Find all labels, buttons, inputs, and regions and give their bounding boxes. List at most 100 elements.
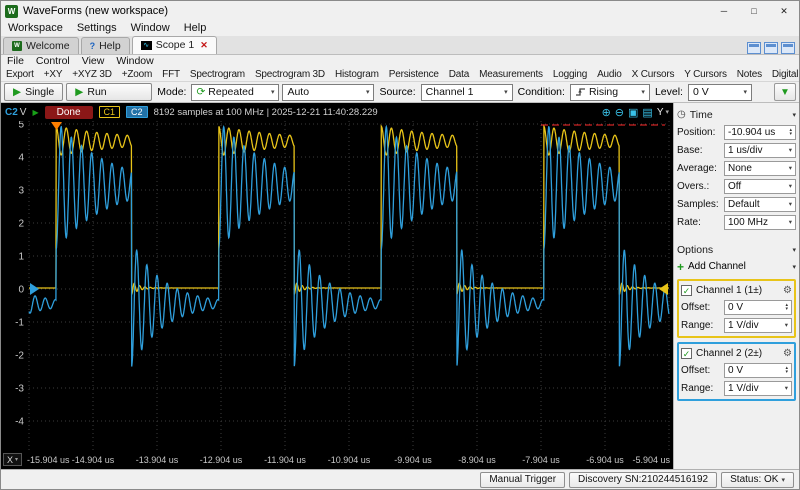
- scope-menu-file[interactable]: File: [1, 55, 30, 67]
- toolbar-xy-1[interactable]: +XY: [39, 69, 68, 80]
- condition-select[interactable]: Rising ▾: [569, 83, 650, 101]
- toolbar-x-cursors-13[interactable]: X Cursors: [627, 69, 680, 80]
- channel-1-chip[interactable]: C1: [98, 106, 121, 119]
- scope-menu-control[interactable]: Control: [30, 55, 76, 67]
- channel-2-box: ✓ Channel 2 (2±) ⚙ Offset: 0 V ▴ ▾ Range: 1 V/di…: [677, 342, 796, 402]
- close-button[interactable]: ✕: [769, 1, 799, 21]
- x-axis-selector-label: X: [7, 454, 14, 465]
- menu-window[interactable]: Window: [124, 22, 177, 34]
- channel-1-range-input[interactable]: 1 V/div ▾: [724, 317, 792, 333]
- toolbar-audio-12[interactable]: Audio: [592, 69, 627, 80]
- x-tick-label-2: -13.904 us: [135, 455, 179, 466]
- channel-2-offset-marker[interactable]: [30, 283, 39, 296]
- zoom-fit-icon[interactable]: ▣: [628, 106, 638, 119]
- source-select[interactable]: Channel 1 ▾: [420, 83, 513, 101]
- collapse-panel-button[interactable]: ▼: [774, 83, 796, 102]
- tab-welcome[interactable]: W Welcome: [3, 36, 79, 54]
- tab-help[interactable]: ? Help: [80, 36, 130, 54]
- single-button[interactable]: ▶ Single: [4, 83, 64, 102]
- level-input[interactable]: 0 V ▾: [687, 83, 752, 101]
- time-samples-input[interactable]: Default ▾: [724, 196, 796, 212]
- zoom-in-icon[interactable]: ⊕: [602, 106, 611, 119]
- toolbar-notes-15[interactable]: Notes: [732, 69, 767, 80]
- run-button[interactable]: ▶ Run: [66, 83, 153, 102]
- scope-graph[interactable]: 5 4 3 2 1 0 -1 -2 -3 -4: [1, 121, 673, 452]
- toolbar-spectrogram-5[interactable]: Spectrogram: [185, 69, 250, 80]
- mode-label: Mode:: [157, 86, 187, 99]
- time-section-title: Time: [689, 108, 713, 121]
- toolbar-histogram-7[interactable]: Histogram: [330, 69, 384, 80]
- title-bar[interactable]: W WaveForms (new workspace) ─ □ ✕: [1, 1, 799, 21]
- y-axis-selector[interactable]: Y ▾: [657, 107, 669, 118]
- manual-trigger-button[interactable]: Manual Trigger: [480, 471, 566, 488]
- time-position-input-spinner[interactable]: ▴ ▾: [789, 128, 792, 137]
- mdi-restore-icon[interactable]: [764, 41, 778, 54]
- chevron-down-icon: ▾: [270, 89, 275, 97]
- gear-icon[interactable]: ⚙: [783, 285, 792, 296]
- gear-icon[interactable]: ⚙: [783, 348, 792, 359]
- time-rate-label: Rate:: [677, 216, 701, 228]
- toolbar-digital-16[interactable]: Digital: [767, 69, 799, 80]
- trigger-mode-select[interactable]: Auto ▾: [282, 83, 375, 101]
- add-channel-button[interactable]: + Add Channel ▾: [677, 258, 796, 275]
- options-section-header[interactable]: Options ▾: [677, 241, 796, 258]
- time-overs-input[interactable]: Off ▾: [724, 178, 796, 194]
- channel-2-checkbox[interactable]: ✓: [681, 347, 692, 359]
- time-overs-label: Overs.:: [677, 180, 710, 192]
- time-position-input[interactable]: -10.904 us ▴ ▾: [724, 124, 796, 140]
- run-label: Run: [87, 86, 107, 99]
- channel-2-offset-input[interactable]: 0 V ▴ ▾: [724, 362, 792, 378]
- time-overs-input-value: Off: [728, 180, 742, 192]
- toolbar-y-cursors-14[interactable]: Y Cursors: [679, 69, 731, 80]
- time-overs-input-dropdown-icon: ▾: [788, 183, 792, 191]
- toolbar-spectrogram-3d-6[interactable]: Spectrogram 3D: [250, 69, 330, 80]
- scope-icon: ∿: [140, 40, 152, 50]
- scope-menu-view[interactable]: View: [76, 55, 111, 67]
- toolbar-xyz-3d-2[interactable]: +XYZ 3D: [67, 69, 116, 80]
- channel-2-offset-input-spinner[interactable]: ▴ ▾: [785, 366, 788, 375]
- mode-select[interactable]: ⟳ Repeated ▾: [191, 83, 280, 101]
- mdi-maximize-icon[interactable]: [781, 41, 795, 54]
- channel-1-checkbox[interactable]: ✓: [681, 284, 692, 296]
- time-average-input-dropdown-icon: ▾: [788, 165, 792, 173]
- x-axis-selector[interactable]: X ▾: [3, 453, 23, 467]
- time-rate-input[interactable]: 100 MHz ▾: [724, 214, 796, 230]
- time-samples-input-dropdown-icon: ▾: [788, 201, 792, 209]
- time-section-header[interactable]: ◷ Time ▾: [677, 106, 796, 123]
- toolbar-measurements-10[interactable]: Measurements: [474, 69, 548, 80]
- channel-1-offset-input[interactable]: 0 V ▴ ▾: [724, 299, 792, 315]
- x-axis: X ▾ -15.904 us -14.904 us -13.904 us -12.90…: [1, 451, 673, 469]
- menu-settings[interactable]: Settings: [70, 22, 124, 34]
- toolbar-persistence-8[interactable]: Persistence: [384, 69, 444, 80]
- zoom-out-icon[interactable]: ⊖: [615, 106, 624, 119]
- mdi-minimize-icon[interactable]: [747, 41, 761, 54]
- time-base-input[interactable]: 1 us/div ▾: [724, 142, 796, 158]
- toolbar-fft-4[interactable]: FFT: [157, 69, 185, 80]
- scope-menu-window[interactable]: Window: [110, 55, 159, 67]
- menu-workspace[interactable]: Workspace: [1, 22, 70, 34]
- zoom-box-icon[interactable]: ▤: [642, 106, 652, 119]
- status-indicator[interactable]: Status: OK ▾: [721, 471, 794, 488]
- toolbar-export-0[interactable]: Export: [1, 69, 39, 80]
- channel-1-range-input-value: 1 V/div: [728, 319, 759, 331]
- tab-scope-1[interactable]: ∿ Scope 1 ✕: [131, 35, 217, 54]
- device-button[interactable]: Discovery SN:210244516192: [569, 471, 718, 488]
- time-samples-input-value: Default: [728, 198, 760, 210]
- toolbar-data-9[interactable]: Data: [444, 69, 474, 80]
- y-tick-label: 1: [18, 252, 24, 263]
- menu-help[interactable]: Help: [177, 22, 214, 34]
- time-base-input-dropdown-icon: ▾: [788, 147, 792, 155]
- channel-2-chip[interactable]: C2: [126, 106, 148, 119]
- minimize-button[interactable]: ─: [709, 1, 739, 21]
- y-tick-label: 5: [18, 121, 24, 130]
- time-field-position: Position: -10.904 us ▴ ▾: [677, 123, 796, 141]
- y-axis-channel-label[interactable]: C2 V: [5, 107, 26, 118]
- tab-close-icon[interactable]: ✕: [200, 40, 208, 51]
- channel-1-offset-input-spinner[interactable]: ▴ ▾: [785, 303, 788, 312]
- toolbar-logging-11[interactable]: Logging: [548, 69, 592, 80]
- channel-2-range-input[interactable]: 1 V/div ▾: [724, 380, 792, 396]
- maximize-button[interactable]: □: [739, 1, 769, 21]
- toolbar-zoom-3[interactable]: +Zoom: [117, 69, 157, 80]
- y-tick-label: 2: [18, 219, 24, 230]
- time-average-input[interactable]: None ▾: [724, 160, 796, 176]
